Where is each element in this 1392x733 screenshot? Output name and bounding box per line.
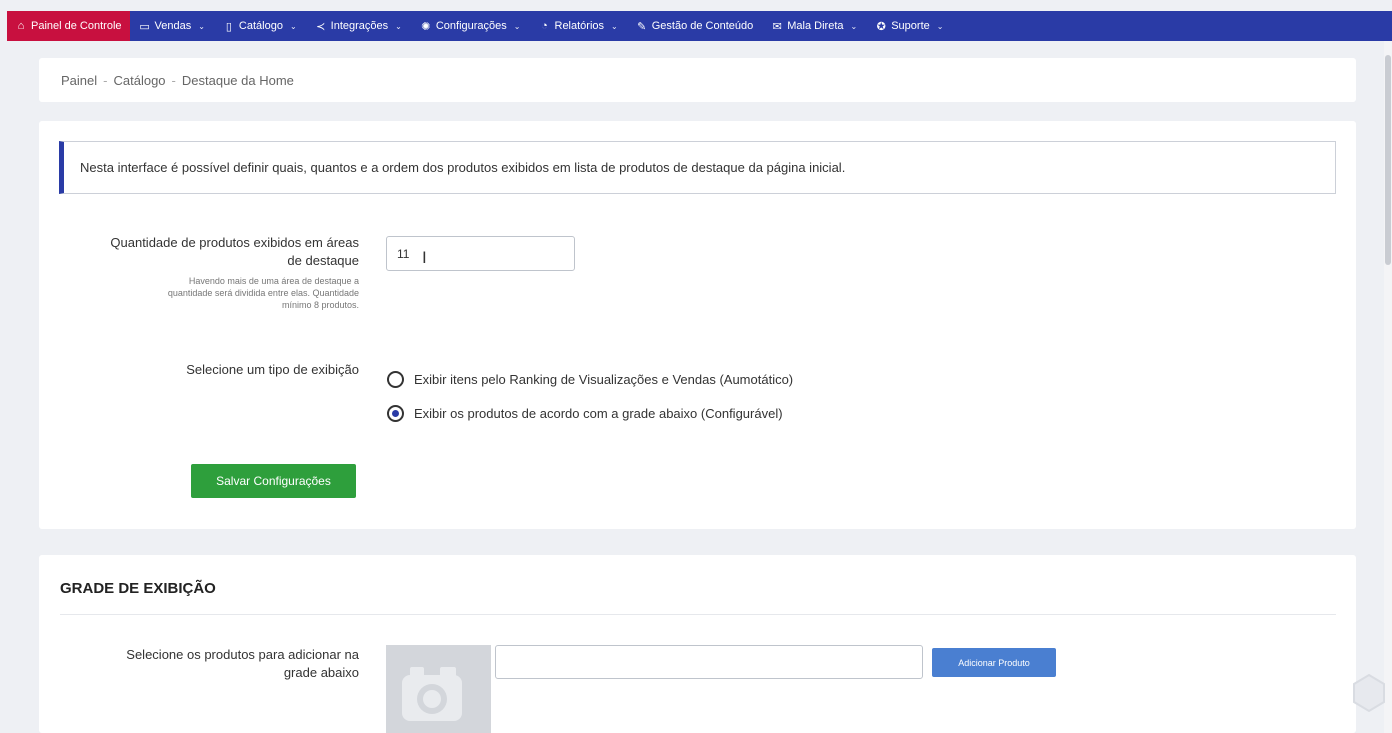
add-product-button[interactable]: Adicionar Produto — [932, 648, 1056, 677]
select-products-label-line2: grade abaixo — [283, 665, 359, 680]
quantity-help-line3: mínimo 8 produtos. — [281, 300, 359, 310]
nav-item-label: Gestão de Conteúdo — [651, 20, 754, 32]
divider — [60, 614, 1336, 615]
support-icon: ✪ — [876, 20, 886, 33]
mail-icon: ✉ — [772, 20, 782, 33]
home-icon: ⌂ — [17, 20, 25, 32]
quantity-label-line1: Quantidade de produtos exibidos em áreas — [110, 235, 359, 250]
display-type-label: Selecione um tipo de exibição — [186, 362, 359, 377]
radio-label-grid[interactable]: Exibir os produtos de acordo com a grade… — [414, 406, 783, 421]
nav-item-relatorios[interactable]: ◔ Relatórios ⌄ — [530, 11, 627, 41]
nav-item-integracoes[interactable]: ≺ Integrações ⌄ — [306, 11, 411, 41]
radio-option-auto[interactable]: Exibir itens pelo Ranking de Visualizaçõ… — [387, 371, 793, 388]
nav-item-catalogo[interactable]: ▯ Catálogo ⌄ — [214, 11, 306, 41]
nav-item-label: Mala Direta — [787, 20, 844, 32]
scrollbar-thumb[interactable] — [1385, 55, 1391, 265]
gear-icon: ✺ — [421, 20, 431, 33]
chevron-down-icon: ⌄ — [936, 21, 944, 31]
product-thumbnail — [386, 645, 491, 733]
radio-label-auto[interactable]: Exibir itens pelo Ranking de Visualizaçõ… — [414, 372, 793, 387]
nav-item-label: Integrações — [330, 20, 389, 32]
select-products-label: Selecione os produtos para adicionar na … — [59, 646, 359, 682]
quantity-label-group: Quantidade de produtos exibidos em áreas… — [59, 234, 359, 311]
chevron-down-icon: ⌄ — [850, 21, 858, 31]
floating-help-widget-icon[interactable] — [1346, 669, 1392, 719]
section-title: GRADE DE EXIBIÇÃO — [60, 580, 216, 597]
nav-item-gestao-de-conteudo[interactable]: ✎ Gestão de Conteúdo — [627, 11, 763, 41]
nav-item-vendas[interactable]: ▭ Vendas ⌄ — [130, 11, 214, 41]
quantity-help-line2: quantidade será dividida entre elas. Qua… — [167, 288, 359, 298]
nav-item-label: Catálogo — [238, 20, 283, 32]
radio-button-grid[interactable] — [387, 405, 404, 422]
nav-item-label: Painel de Controle — [31, 20, 122, 32]
radio-option-grid[interactable]: Exibir os produtos de acordo com a grade… — [387, 405, 783, 422]
breadcrumb: Painel - Catálogo - Destaque da Home — [39, 58, 1356, 102]
save-settings-button[interactable]: Salvar Configurações — [191, 464, 356, 498]
display-grid-card: GRADE DE EXIBIÇÃO Selecione os produtos … — [39, 555, 1356, 733]
breadcrumb-item-current: Destaque da Home — [181, 72, 294, 88]
top-navigation: ⌂ Painel de Controle ▭ Vendas ⌄ ▯ Catálo… — [7, 11, 1392, 41]
select-products-label-line1: Selecione os produtos para adicionar na — [126, 647, 359, 662]
radio-button-auto[interactable] — [387, 371, 404, 388]
camera-placeholder-icon — [402, 667, 462, 721]
quantity-help-line1: Havendo mais de uma área de destaque a — [188, 276, 359, 286]
product-search-input[interactable] — [495, 645, 923, 679]
configuration-card: Nesta interface é possível definir quais… — [39, 121, 1356, 529]
nav-item-label: Relatórios — [554, 20, 605, 32]
chevron-down-icon: ⌄ — [198, 21, 205, 31]
nav-item-suporte[interactable]: ✪ Suporte ⌄ — [866, 11, 952, 41]
chevron-down-icon: ⌄ — [289, 21, 297, 31]
nav-item-label: Vendas — [154, 20, 192, 32]
nav-item-label: Suporte — [891, 20, 930, 32]
edit-icon: ✎ — [637, 20, 647, 33]
nav-item-label: Configurações — [435, 20, 507, 32]
breadcrumb-item-painel[interactable]: Painel — [61, 73, 97, 88]
quantity-input[interactable] — [386, 236, 575, 271]
breadcrumb-separator: - — [171, 72, 176, 88]
clock-icon: ◔ — [541, 20, 548, 32]
chevron-down-icon: ⌄ — [395, 21, 402, 31]
chevron-down-icon: ⌄ — [611, 21, 618, 31]
nav-item-painel-de-controle[interactable]: ⌂ Painel de Controle — [7, 11, 130, 41]
info-text: Nesta interface é possível definir quais… — [80, 160, 846, 175]
nav-item-configuracoes[interactable]: ✺ Configurações ⌄ — [411, 11, 530, 41]
info-callout: Nesta interface é possível definir quais… — [59, 141, 1336, 194]
quantity-label-line2: de destaque — [287, 253, 359, 268]
quantity-label: Quantidade de produtos exibidos em áreas… — [59, 234, 359, 270]
chevron-down-icon: ⌄ — [513, 21, 521, 31]
folder-icon: ▭ — [139, 20, 150, 33]
text-cursor-icon: I — [422, 248, 427, 267]
breadcrumb-item-catalogo[interactable]: Catálogo — [113, 73, 165, 88]
share-icon: ≺ — [316, 20, 326, 33]
book-icon: ▯ — [225, 20, 232, 33]
nav-item-mala-direta[interactable]: ✉ Mala Direta ⌄ — [762, 11, 866, 41]
breadcrumb-separator: - — [103, 72, 108, 88]
quantity-help-text: Havendo mais de uma área de destaque a q… — [59, 275, 359, 311]
